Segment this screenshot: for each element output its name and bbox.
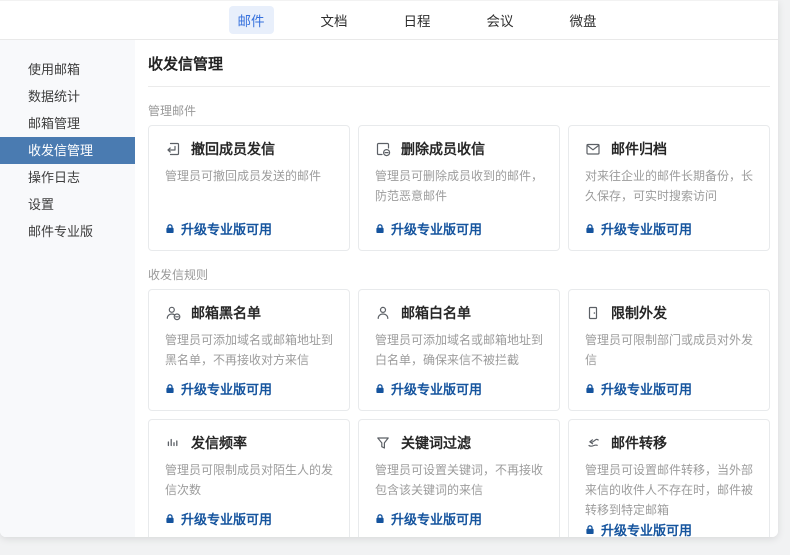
lock-icon [165, 383, 175, 394]
blacklist-user-icon [165, 305, 181, 321]
card-title: 撤回成员发信 [191, 139, 275, 159]
upgrade-link-label: 升级专业版可用 [181, 379, 272, 398]
card-description: 管理员可设置关键词，不再接收包含该关键词的来信 [375, 461, 543, 501]
upgrade-link-label: 升级专业版可用 [391, 379, 482, 398]
admin-console-window: 邮件 文档 日程 会议 微盘 使用邮箱 数据统计 邮箱管理 收发信管理 操作日志… [0, 0, 778, 537]
card-title: 邮件归档 [611, 139, 667, 159]
page-title: 收发信管理 [148, 54, 770, 76]
feature-card-whitelist[interactable]: 邮箱白名单 管理员可添加域名或邮箱地址到白名单，确保来信不被拦截 升级专业版可用 [358, 289, 560, 411]
upgrade-pro-link[interactable]: 升级专业版可用 [375, 379, 543, 398]
lock-icon [165, 513, 175, 524]
mail-transfer-icon [585, 435, 601, 451]
upgrade-pro-link[interactable]: 升级专业版可用 [585, 219, 753, 238]
card-title: 邮箱白名单 [401, 303, 471, 323]
top-bar: 邮件 文档 日程 会议 微盘 [0, 0, 778, 40]
card-description: 管理员可添加域名或邮箱地址到白名单，确保来信不被拦截 [375, 331, 543, 371]
nav-tab-docs[interactable]: 文档 [312, 6, 357, 34]
restrict-outgoing-icon [585, 305, 601, 321]
feature-card-send-frequency[interactable]: 发信频率 管理员可限制成员对陌生人的发信次数 升级专业版可用 [148, 419, 350, 537]
keyword-filter-icon [375, 435, 391, 451]
upgrade-link-label: 升级专业版可用 [601, 219, 692, 238]
manage-mail-card-grid: 撤回成员发信 管理员可撤回成员发送的邮件 升级专业版可用 [148, 125, 770, 251]
lock-icon [585, 383, 595, 394]
mail-archive-icon [585, 141, 601, 157]
section-label-send-receive-rules: 收发信规则 [148, 267, 770, 284]
upgrade-link-label: 升级专业版可用 [181, 219, 272, 238]
card-description: 管理员可限制部门或成员对外发信 [585, 331, 753, 371]
sidebar-item-mail-pro[interactable]: 邮件专业版 [0, 218, 135, 245]
sidebar-item-settings[interactable]: 设置 [0, 191, 135, 218]
upgrade-link-label: 升级专业版可用 [181, 509, 272, 528]
feature-card-restrict-outgoing[interactable]: 限制外发 管理员可限制部门或成员对外发信 升级专业版可用 [568, 289, 770, 411]
sidebar-item-use-mailbox[interactable]: 使用邮箱 [0, 56, 135, 83]
upgrade-link-label: 升级专业版可用 [601, 379, 692, 398]
lock-icon [585, 223, 595, 234]
upgrade-link-label: 升级专业版可用 [391, 509, 482, 528]
feature-card-mail-transfer[interactable]: 邮件转移 管理员可设置邮件转移，当外部来信的收件人不存在时，邮件被转移到特定邮箱… [568, 419, 770, 537]
lock-icon [375, 383, 385, 394]
sidebar: 使用邮箱 数据统计 邮箱管理 收发信管理 操作日志 设置 邮件专业版 [0, 40, 135, 537]
feature-card-recall-sent[interactable]: 撤回成员发信 管理员可撤回成员发送的邮件 升级专业版可用 [148, 125, 350, 251]
feature-card-keyword-filter[interactable]: 关键词过滤 管理员可设置关键词，不再接收包含该关键词的来信 升级专业版可用 [358, 419, 560, 537]
lock-icon [585, 524, 595, 535]
upgrade-pro-link[interactable]: 升级专业版可用 [585, 520, 753, 537]
upgrade-link-label: 升级专业版可用 [601, 520, 692, 537]
card-title: 删除成员收信 [401, 139, 485, 159]
card-title: 邮件转移 [611, 433, 667, 453]
card-title: 限制外发 [611, 303, 667, 323]
whitelist-user-icon [375, 305, 391, 321]
nav-tab-schedule[interactable]: 日程 [395, 6, 440, 34]
upgrade-link-label: 升级专业版可用 [391, 219, 482, 238]
lock-icon [375, 223, 385, 234]
feature-card-blacklist[interactable]: 邮箱黑名单 管理员可添加域名或邮箱地址到黑名单，不再接收对方来信 升级专业版可用 [148, 289, 350, 411]
recall-mail-icon [165, 141, 181, 157]
delete-incoming-icon [375, 141, 391, 157]
upgrade-pro-link[interactable]: 升级专业版可用 [165, 379, 333, 398]
card-title: 发信频率 [191, 433, 247, 453]
lock-icon [165, 223, 175, 234]
send-frequency-icon [165, 435, 181, 451]
upgrade-pro-link[interactable]: 升级专业版可用 [375, 509, 543, 528]
nav-tab-meeting[interactable]: 会议 [478, 6, 523, 34]
sidebar-item-mailbox-management[interactable]: 邮箱管理 [0, 110, 135, 137]
primary-nav: 邮件 文档 日程 会议 微盘 [56, 1, 778, 39]
feature-card-mail-archive[interactable]: 邮件归档 对来往企业的邮件长期备份，长久保存，可实时搜索访问 升级专业版可用 [568, 125, 770, 251]
main-content: 收发信管理 管理邮件 撤回成员发信 管理员可撤回成员发送的邮件 [135, 40, 778, 537]
card-description: 管理员可撤回成员发送的邮件 [165, 167, 333, 187]
title-divider [148, 86, 770, 87]
nav-tab-mail[interactable]: 邮件 [229, 6, 274, 34]
upgrade-pro-link[interactable]: 升级专业版可用 [165, 509, 333, 528]
card-description: 管理员可添加域名或邮箱地址到黑名单，不再接收对方来信 [165, 331, 333, 371]
sidebar-item-send-receive-management[interactable]: 收发信管理 [0, 137, 135, 164]
card-description: 管理员可设置邮件转移，当外部来信的收件人不存在时，邮件被转移到特定邮箱 [585, 461, 753, 520]
card-title: 关键词过滤 [401, 433, 471, 453]
feature-card-delete-incoming[interactable]: 删除成员收信 管理员可删除成员收到的邮件，防范恶意邮件 升级专业版可用 [358, 125, 560, 251]
sidebar-item-operation-log[interactable]: 操作日志 [0, 164, 135, 191]
lock-icon [375, 513, 385, 524]
section-label-manage-mail: 管理邮件 [148, 103, 770, 120]
card-description: 管理员可删除成员收到的邮件，防范恶意邮件 [375, 167, 543, 207]
card-description: 对来往企业的邮件长期备份，长久保存，可实时搜索访问 [585, 167, 753, 207]
rules-card-grid: 邮箱黑名单 管理员可添加域名或邮箱地址到黑名单，不再接收对方来信 升级专业版可用 [148, 289, 770, 537]
nav-tab-drive[interactable]: 微盘 [561, 6, 606, 34]
card-title: 邮箱黑名单 [191, 303, 261, 323]
sidebar-item-data-statistics[interactable]: 数据统计 [0, 83, 135, 110]
upgrade-pro-link[interactable]: 升级专业版可用 [585, 379, 753, 398]
card-description: 管理员可限制成员对陌生人的发信次数 [165, 461, 333, 501]
upgrade-pro-link[interactable]: 升级专业版可用 [165, 219, 333, 238]
upgrade-pro-link[interactable]: 升级专业版可用 [375, 219, 543, 238]
